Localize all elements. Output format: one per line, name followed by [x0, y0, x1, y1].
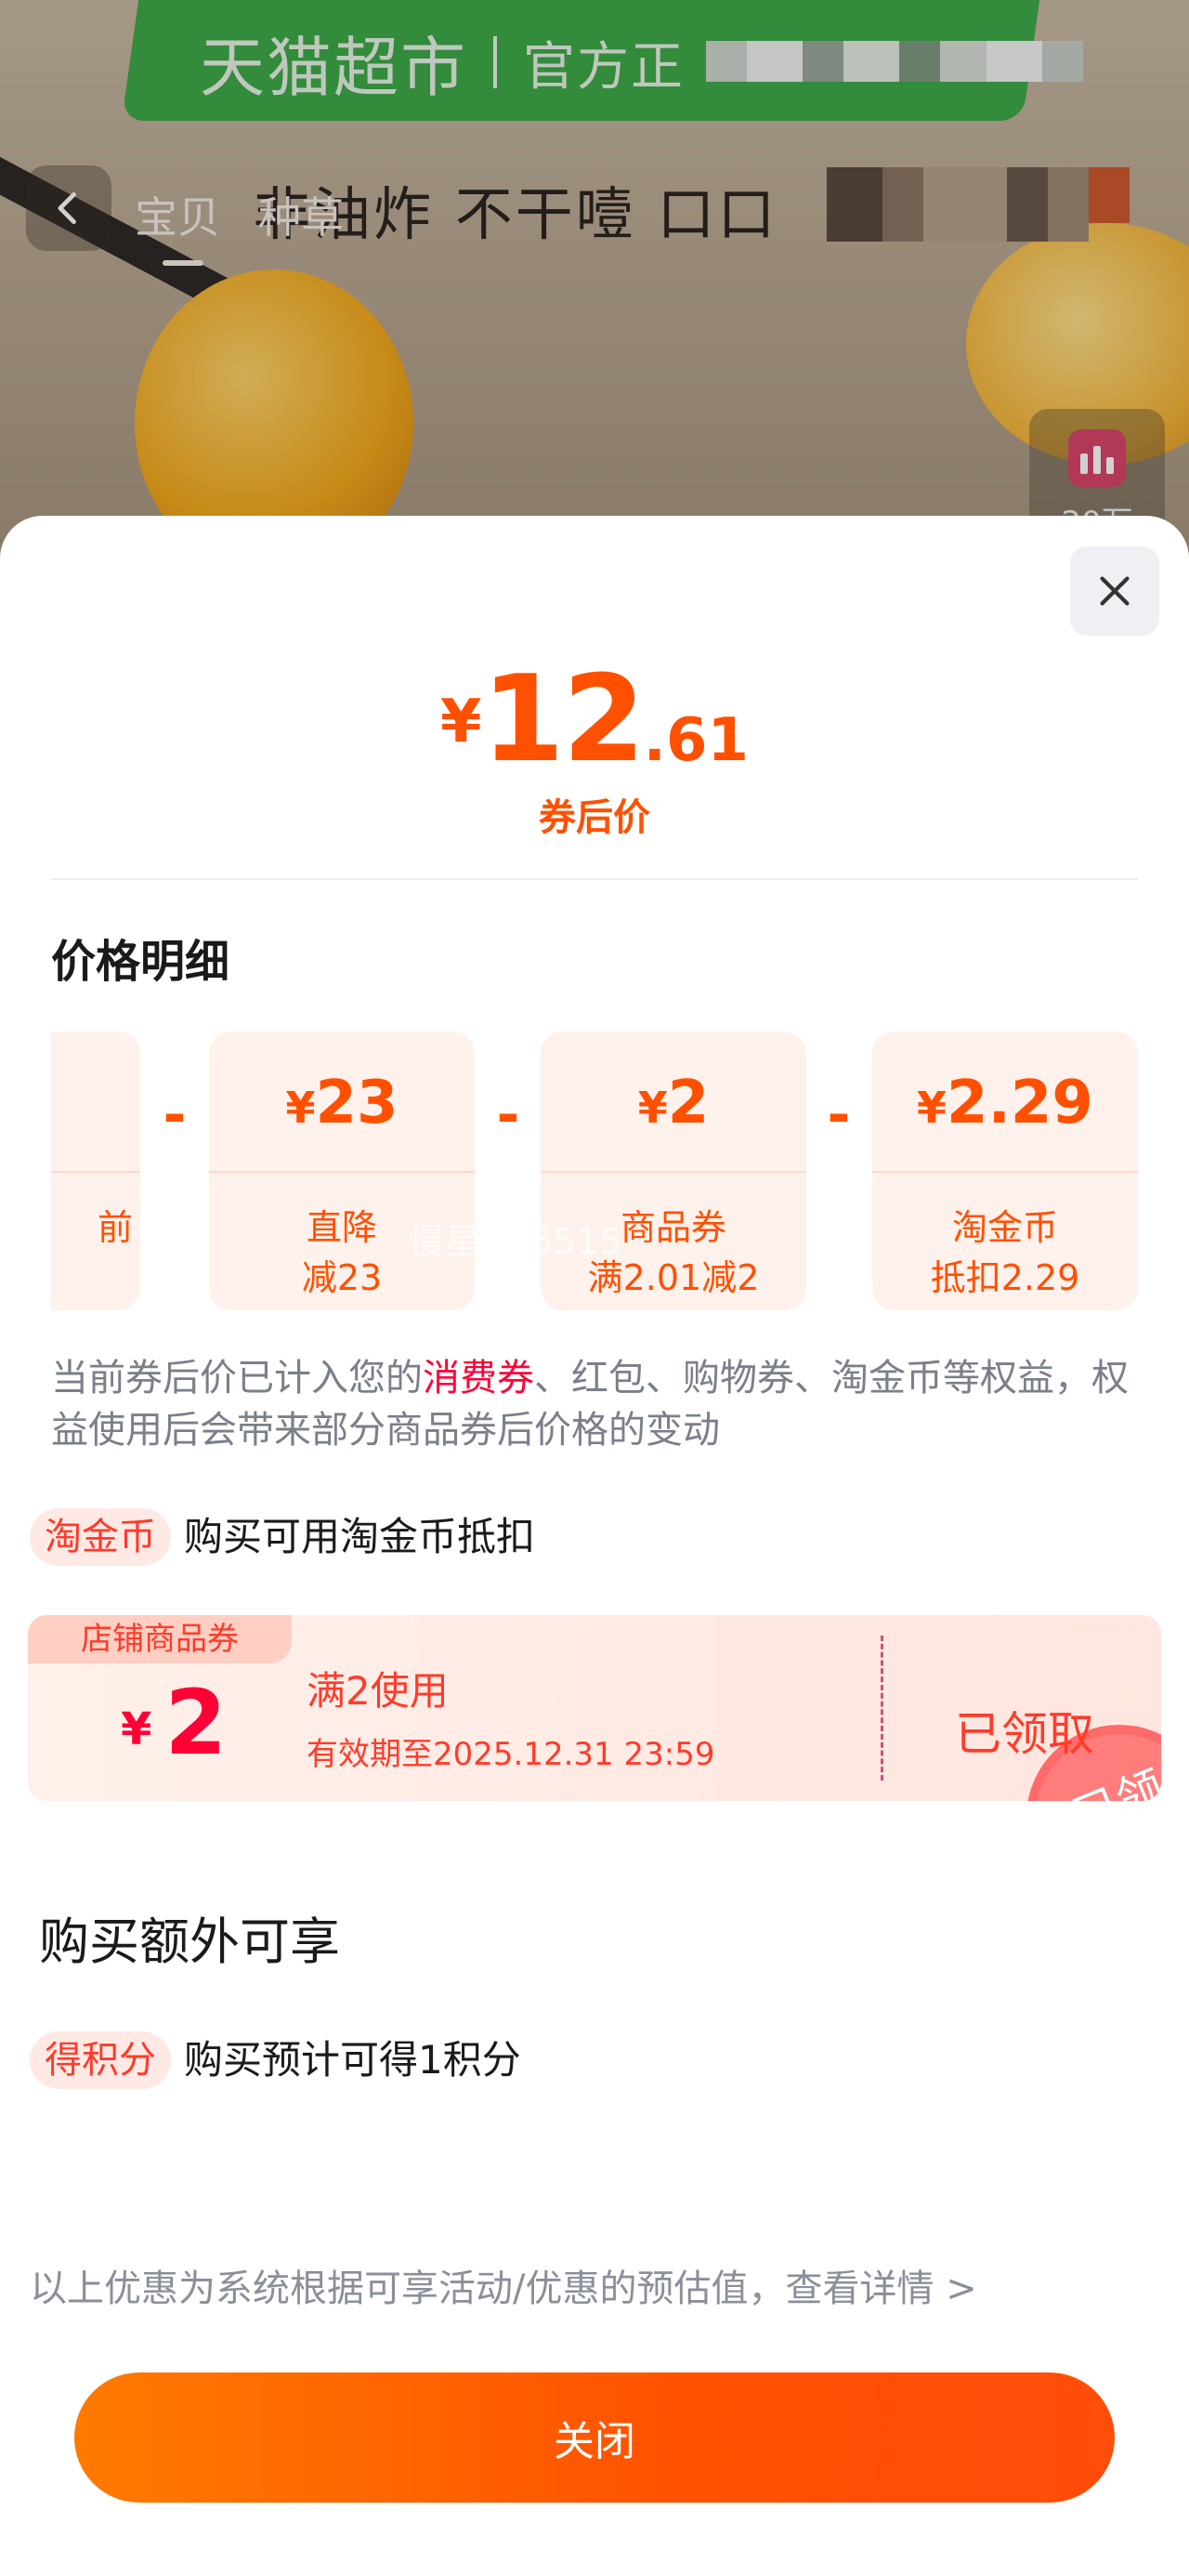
price-decimal: .61 — [643, 706, 750, 775]
divider — [51, 878, 1138, 880]
watermark: 慢星人.6515 — [409, 1221, 623, 1262]
coupon-badge: 店铺商品券 — [28, 1615, 292, 1663]
taojinbi-text: 购买可用淘金币抵扣 — [184, 1514, 536, 1559]
price-breakdown-strip[interactable]: 9 前 - ¥23 直降 减23 - ¥2 商品券 满2.01减2 - ¥2.2… — [51, 1032, 1138, 1310]
coupon-amount: ¥2 — [121, 1671, 228, 1775]
breakdown-label: 淘金币 — [951, 1207, 1058, 1248]
price-detail-sheet: ¥12.61 券后价 价格明细 9 前 - ¥23 直降 减23 - ¥2 商品… — [0, 516, 1189, 2576]
coupon-condition: 满2使用 — [307, 1668, 449, 1714]
coupon-divider — [881, 1636, 883, 1781]
coupon-expiry: 有效期至2025.12.31 23:59 — [307, 1736, 715, 1773]
close-icon — [1100, 576, 1130, 606]
coupon-status: 已领取 — [955, 1707, 1094, 1761]
price-currency: ¥ — [439, 688, 482, 756]
minus-operator: - — [827, 1083, 851, 1148]
breakdown-card-original: 9 前 — [51, 1032, 140, 1310]
consumer-coupon-link[interactable]: 消费券 — [423, 1357, 534, 1400]
breakdown-amount: 2.29 — [947, 1069, 1093, 1137]
close-button[interactable]: 关闭 — [74, 2372, 1115, 2503]
minus-operator: - — [163, 1083, 187, 1148]
breakdown-sublabel: 抵扣2.29 — [930, 1257, 1080, 1298]
taojinbi-tag: 淘金币 — [30, 1508, 171, 1566]
close-icon-button[interactable] — [1070, 546, 1159, 636]
extra-benefits-title: 购买额外可享 — [39, 1912, 340, 1971]
price-label: 券后价 — [539, 796, 650, 839]
price-integer: 12 — [481, 651, 646, 789]
breakdown-card-taojinbi: ¥2.29 淘金币 抵扣2.29 — [872, 1032, 1138, 1310]
breakdown-amount: 2 — [667, 1069, 710, 1137]
final-price: ¥12.61 — [0, 651, 1189, 789]
price-detail-title: 价格明细 — [51, 936, 230, 988]
breakdown-card-coupon: ¥2 商品券 满2.01减2 — [541, 1032, 806, 1310]
price-note: 当前券后价已计入您的消费券、红包、购物券、淘金币等权益，权益使用后会带来部分商品… — [51, 1357, 1129, 1452]
store-coupon-card[interactable]: 店铺商品券 ¥2 满2使用 有效期至2025.12.31 23:59 已领 已领… — [28, 1615, 1161, 1801]
view-details-link[interactable]: 以上优惠为系统根据可享活动/优惠的预估值，查看详情 > — [30, 2258, 977, 2312]
breakdown-label: 前 — [97, 1207, 133, 1248]
minus-operator: - — [496, 1083, 520, 1148]
points-tag: 得积分 — [30, 2031, 171, 2089]
points-text: 购买预计可得1积分 — [184, 2037, 521, 2083]
product-page-background: 天猫超市 官方正 非油炸 不干噎 口口 宝贝 种草 20万 — [0, 0, 1189, 558]
breakdown-card-direct: ¥23 直降 减23 — [209, 1032, 475, 1310]
breakdown-amount: 23 — [315, 1069, 399, 1137]
